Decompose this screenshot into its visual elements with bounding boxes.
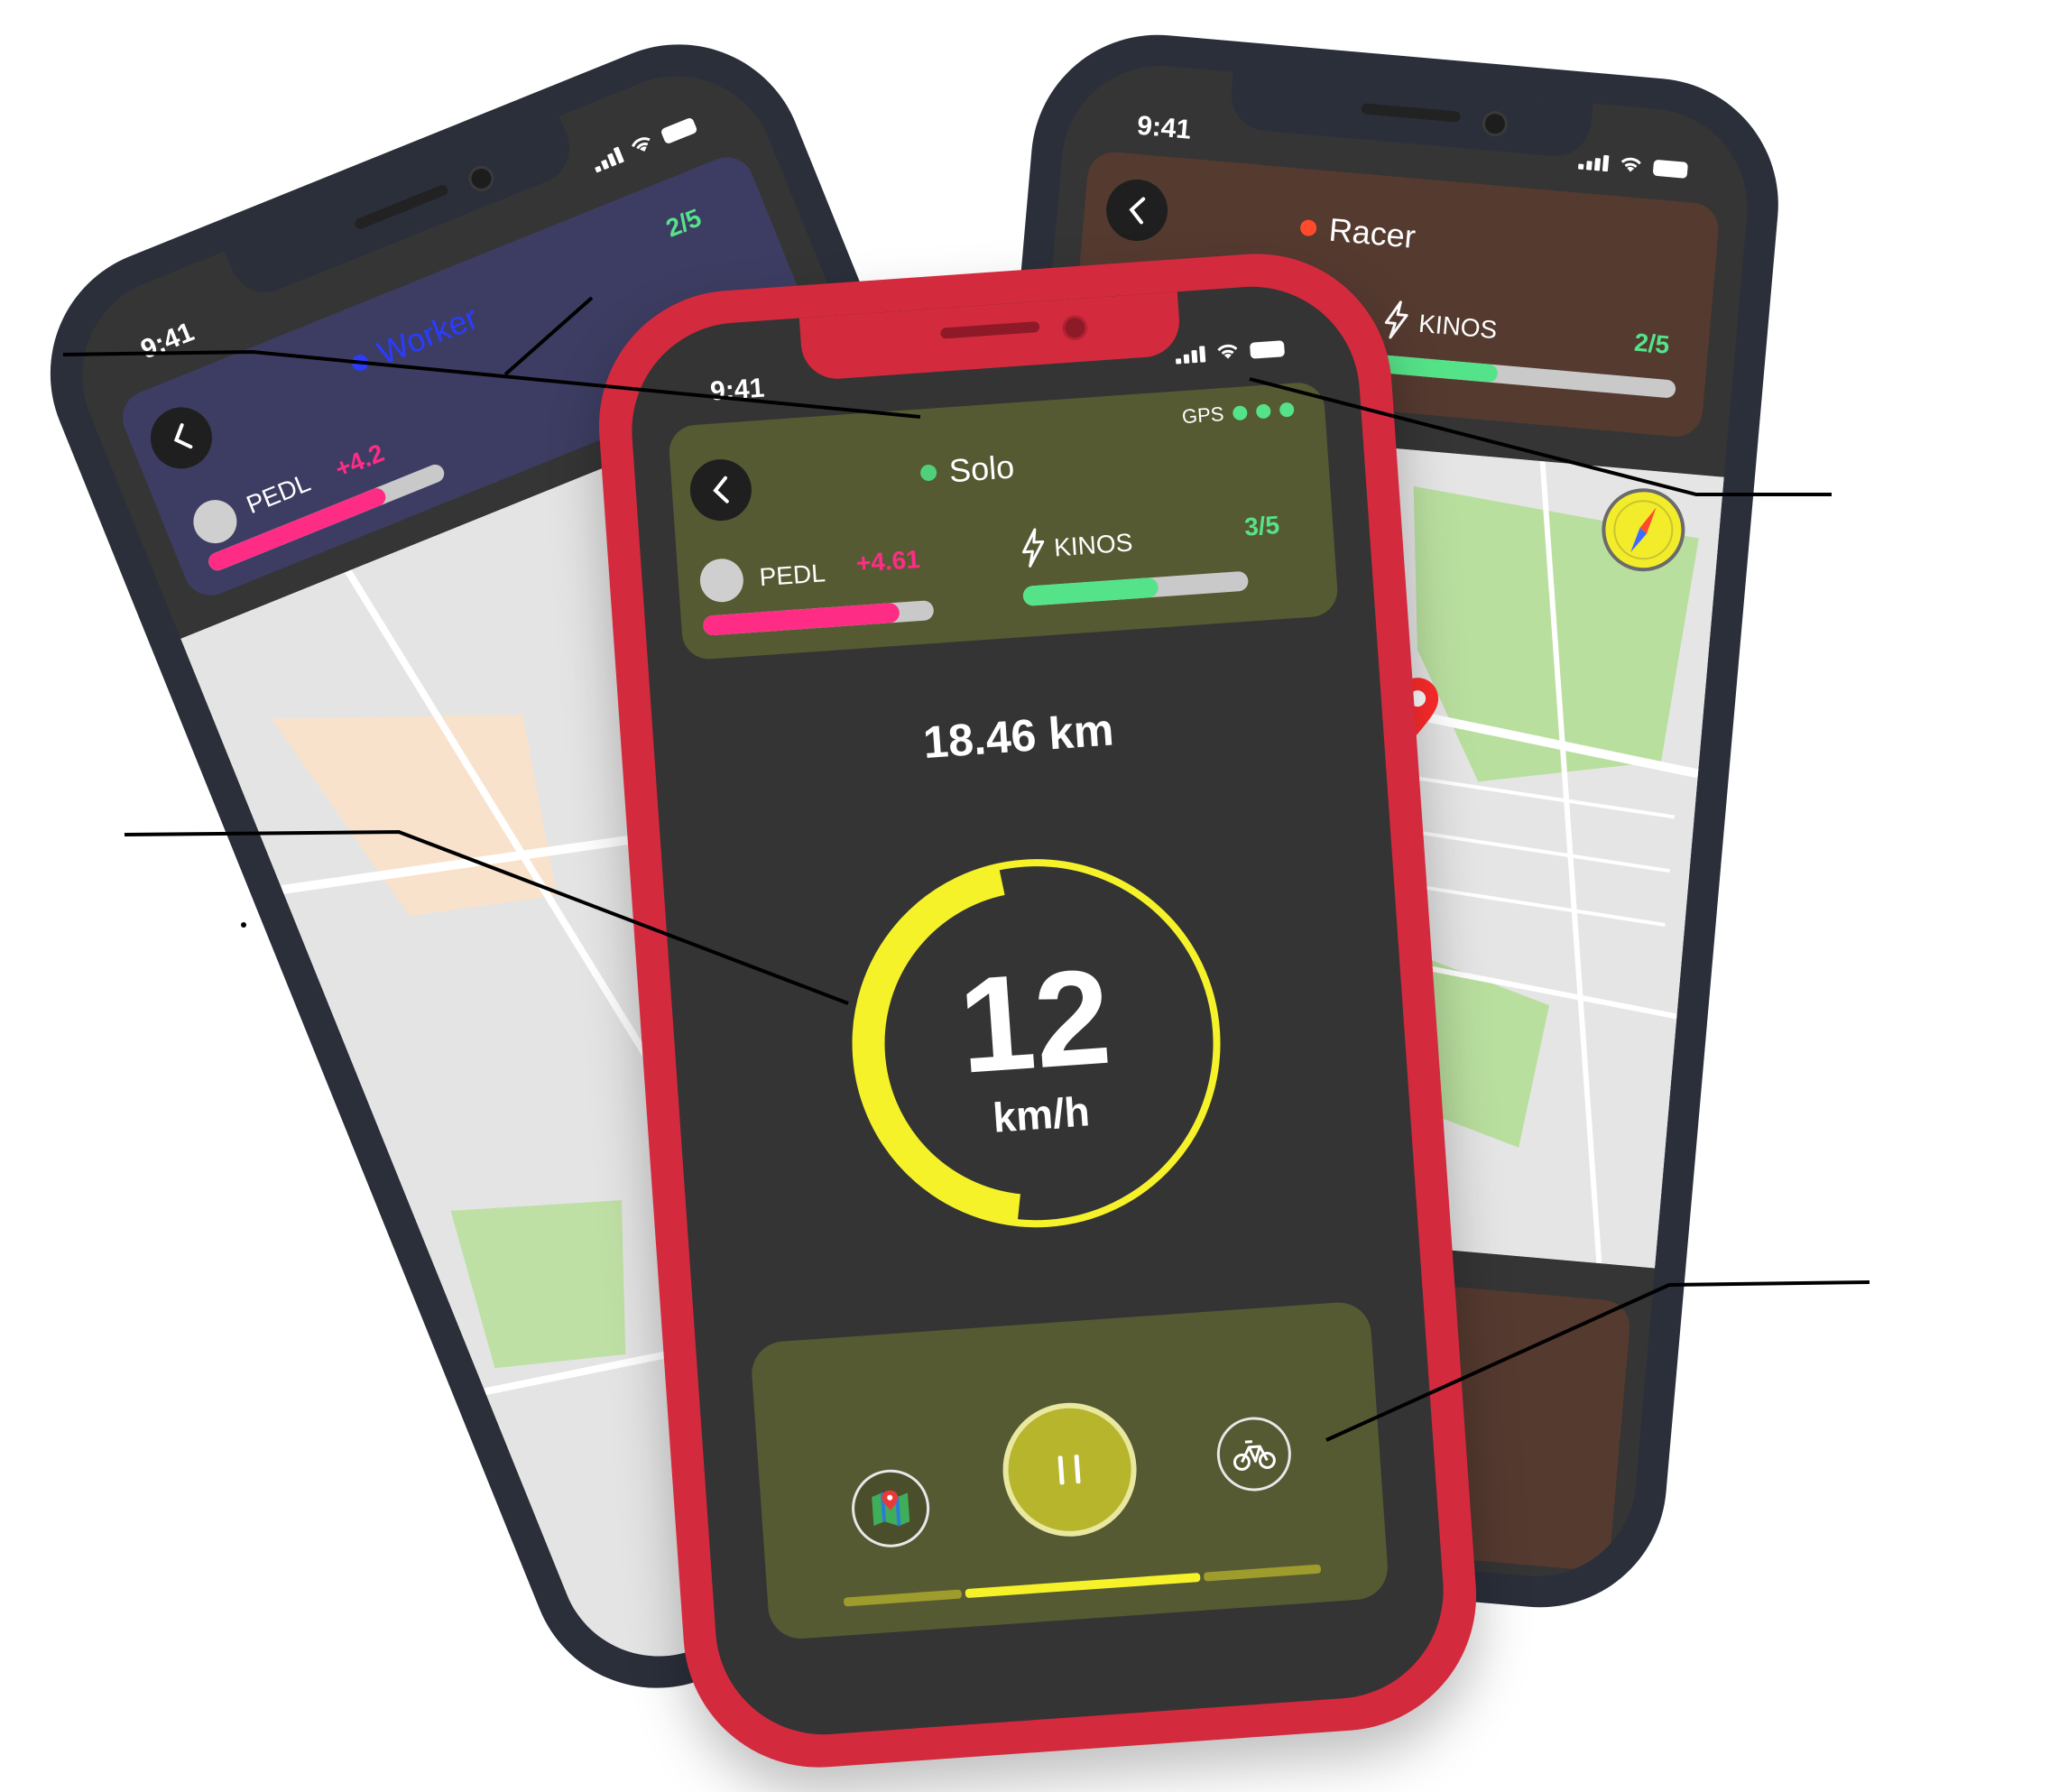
callout-lines: [62, 296, 1870, 1442]
callout-line-gps: [1249, 377, 1832, 496]
stray-dot: [241, 922, 246, 928]
mockup-stage: 9:41 Worker 2/5 PEDL +4.2 9:41 Racer KIN…: [0, 0, 2068, 1792]
callout-line-worker: [503, 296, 594, 376]
callout-line-speed: [124, 829, 849, 1005]
callout-line-controls: [1325, 1280, 1870, 1442]
callout-line-mode: [62, 349, 921, 419]
